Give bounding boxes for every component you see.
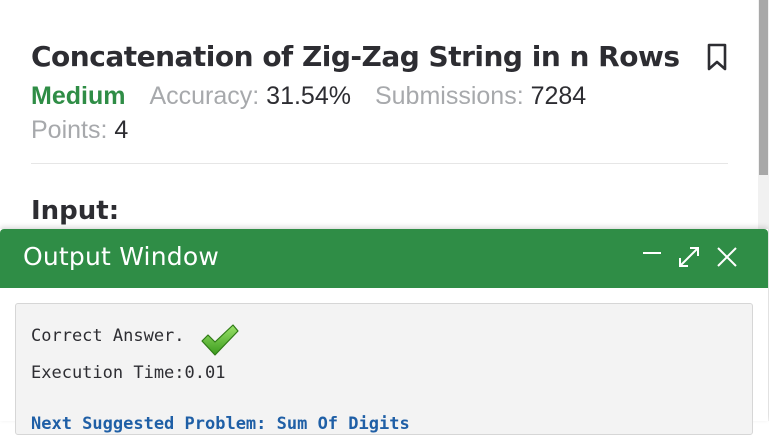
minimize-icon[interactable] [640, 245, 664, 269]
input-section-heading: Input: [31, 196, 120, 226]
expand-icon[interactable] [677, 245, 701, 269]
problem-meta: Medium Accuracy: 31.54% Submissions: 7284 … [31, 79, 731, 147]
next-problem-link[interactable]: Next Suggested Problem: Sum Of Digits [31, 414, 410, 434]
submissions-value: 7284 [530, 82, 587, 110]
accuracy-label: Accuracy: [149, 82, 260, 110]
output-window-titlebar: Output Window [0, 229, 768, 288]
header-divider [31, 163, 728, 164]
problem-header: Concatenation of Zig-Zag String in n Row… [31, 40, 731, 147]
close-icon[interactable] [715, 245, 739, 269]
scrollbar-thumb[interactable] [759, 0, 768, 175]
checkmark-icon [200, 323, 240, 357]
difficulty-badge: Medium [31, 82, 126, 110]
output-panel: Correct Answer. Execution Time:0.01 Next… [15, 303, 753, 435]
execution-time: Execution Time:0.01 [31, 363, 226, 383]
bookmark-icon[interactable] [706, 43, 728, 71]
title-row: Concatenation of Zig-Zag String in n Row… [31, 40, 731, 73]
problem-title: Concatenation of Zig-Zag String in n Row… [31, 40, 680, 73]
submissions-label: Submissions: [374, 82, 524, 110]
points-label: Points: [31, 116, 108, 144]
output-window-title: Output Window [23, 242, 219, 271]
output-window: Output Window Correct Answer. Execution … [0, 229, 768, 435]
result-text: Correct Answer. [31, 326, 185, 346]
points-value: 4 [114, 116, 129, 144]
accuracy-value: 31.54% [266, 82, 351, 110]
